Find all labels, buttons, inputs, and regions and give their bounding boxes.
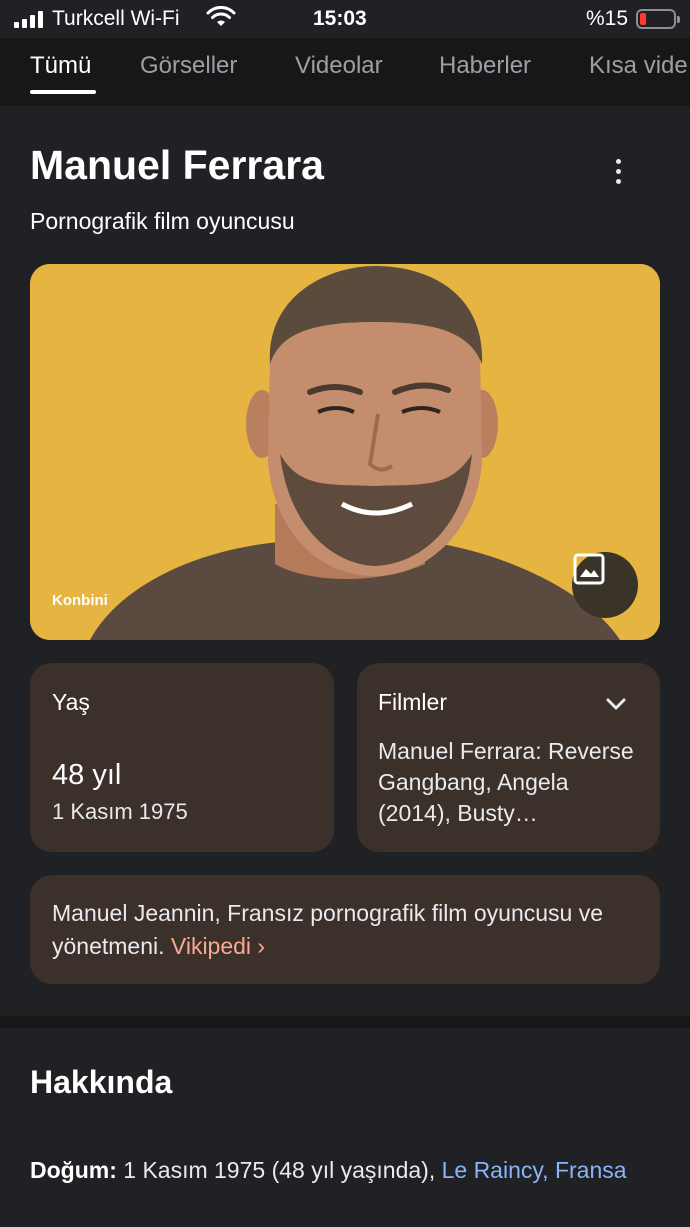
chevron-down-icon[interactable]: [603, 691, 629, 717]
films-card[interactable]: Filmler Manuel Ferrara: Reverse Gangbang…: [357, 663, 660, 852]
tab-news[interactable]: Haberler: [439, 52, 531, 80]
films-list: Manuel Ferrara: Reverse Gangbang, Angela…: [378, 738, 634, 826]
birth-date: 1 Kasım 1975: [52, 799, 188, 824]
description: Manuel Jeannin, Fransız pornografik film…: [52, 897, 632, 963]
birth-label: Doğum:: [30, 1157, 117, 1183]
search-tabs: Tümü Görseller Videolar Haberler Kısa vi…: [0, 38, 690, 106]
description-text: Manuel Jeannin, Fransız pornografik film…: [52, 900, 604, 959]
tab-all[interactable]: Tümü: [30, 52, 91, 80]
battery-icon: [636, 9, 680, 29]
more-vert-icon: [615, 158, 621, 164]
battery-percent: %15: [586, 7, 629, 30]
signal-icon: [14, 10, 43, 28]
photo-credit: Konbini: [52, 592, 108, 609]
status-bar: Turkcell Wi-Fi 15:03 %15: [0, 0, 690, 38]
wifi-icon: [206, 6, 236, 34]
more-options-button[interactable]: [604, 154, 632, 188]
birth-value: 1 Kasım 1975 (48 yıl yaşında),: [123, 1157, 436, 1183]
entity-photo[interactable]: Konbini: [30, 264, 660, 640]
age-card[interactable]: Yaş 48 yıl 1 Kasım 1975: [30, 663, 334, 852]
birth-info: Doğum: 1 Kasım 1975 (48 yıl yaşında), Le…: [30, 1152, 630, 1189]
age-value: 48 yıl: [52, 759, 122, 791]
portrait-illustration: [30, 264, 660, 640]
view-images-button[interactable]: [572, 552, 638, 618]
section-divider: [0, 1016, 690, 1028]
about-title: Hakkında: [30, 1064, 173, 1100]
about-section: Hakkında Doğum: 1 Kasım 1975 (48 yıl yaş…: [0, 1028, 690, 1227]
birth-place-link[interactable]: Le Raincy, Fransa: [442, 1157, 627, 1183]
description-card: Manuel Jeannin, Fransız pornografik film…: [30, 875, 660, 984]
wikipedia-link[interactable]: Vikipedi ›: [171, 933, 265, 959]
active-tab-indicator: [30, 90, 96, 94]
tab-images[interactable]: Görseller: [140, 52, 237, 80]
entity-subtitle: Pornografik film oyuncusu: [30, 208, 295, 234]
tab-videos[interactable]: Videolar: [295, 52, 383, 80]
entity-title: Manuel Ferrara: [30, 142, 324, 188]
age-label: Yaş: [52, 689, 90, 715]
carrier-name: Turkcell Wi-Fi: [52, 7, 180, 30]
image-icon: [573, 553, 605, 585]
films-label: Filmler: [378, 689, 447, 715]
knowledge-panel: Manuel Ferrara Pornografik film oyuncusu: [0, 106, 690, 1016]
tab-short-videos[interactable]: Kısa vide: [589, 52, 688, 80]
clock: 15:03: [313, 7, 367, 30]
